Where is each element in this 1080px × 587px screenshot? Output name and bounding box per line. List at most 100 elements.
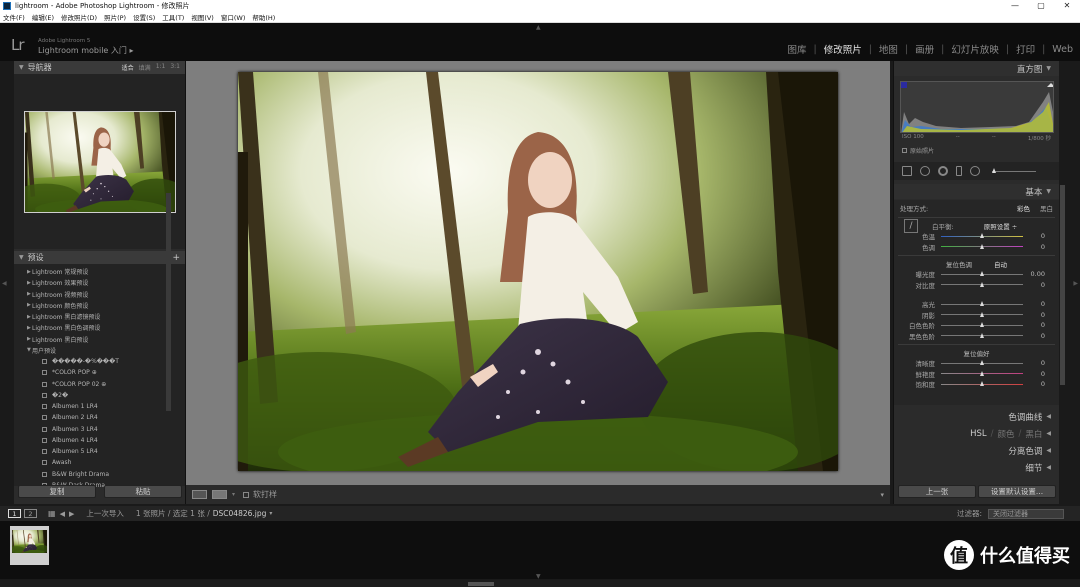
preset-item[interactable]: B&W Bright Drama (14, 469, 185, 480)
preset-item[interactable]: �2� (14, 390, 185, 401)
expanded-icon[interactable]: ▼ (27, 347, 31, 353)
preset-item[interactable]: �����-�%���T (14, 356, 185, 367)
preset-item[interactable]: Awash (14, 457, 185, 468)
menu-settings[interactable]: 设置(S) (133, 12, 155, 22)
slider-knob[interactable] (979, 301, 984, 307)
menu-help[interactable]: 帮助(H) (252, 12, 275, 22)
slider-knob[interactable] (979, 370, 984, 376)
collapsed-icon[interactable]: ▶ (27, 302, 31, 308)
preset-item[interactable]: *COLOR POP ⊕ (14, 367, 185, 378)
slider-knob[interactable] (979, 381, 984, 387)
menu-tools[interactable]: 工具(T) (162, 12, 184, 22)
navigator-thumbnail[interactable] (23, 110, 176, 213)
module-print[interactable]: 打印 (1015, 42, 1036, 56)
white-balance-dropdown[interactable]: 原照设置 ÷ (984, 221, 1018, 231)
reset-button[interactable]: 设置默认设置... (978, 485, 1056, 498)
navigator-header[interactable]: ▼ 导航器 适合 填满 1:1 3:1 (14, 61, 185, 74)
slider-value[interactable]: 0 (1023, 243, 1045, 251)
right-panel-toggle-icon[interactable]: ▶ (1073, 280, 1078, 287)
menu-window[interactable]: 窗口(W) (221, 12, 246, 22)
red-eye-icon[interactable] (938, 166, 948, 176)
color-tab[interactable]: 颜色 (997, 428, 1014, 440)
slider-value[interactable]: 0 (1023, 370, 1045, 378)
slider-value[interactable]: 0 (1023, 321, 1045, 329)
module-develop[interactable]: 修改照片 (823, 42, 863, 56)
basic-header[interactable]: 基本 ▼ (894, 184, 1059, 199)
split-toning-header[interactable]: 分离色调 ◀ (894, 443, 1059, 458)
module-web[interactable]: Web (1051, 44, 1074, 55)
filmstrip-thumbnail[interactable] (8, 526, 50, 565)
slider-value[interactable]: 0.00 (1023, 270, 1045, 278)
toolbar-menu-icon[interactable]: ▾ (880, 491, 884, 499)
bw-tab[interactable]: 黑白 (1025, 428, 1042, 440)
right-panel-scrollbar[interactable] (1060, 185, 1065, 385)
page-2-button[interactable]: 2 (24, 509, 37, 518)
hsl-tab[interactable]: HSL (970, 429, 987, 439)
filename-dropdown-icon[interactable]: ▾ (269, 510, 272, 517)
zoom-fill[interactable]: 填满 (139, 63, 151, 72)
preset-folder[interactable]: ▶ Lightroom 黑白滤镜预设 (14, 311, 185, 322)
slider-value[interactable]: 0 (1023, 300, 1045, 308)
brush-slider[interactable] (992, 168, 1036, 173)
adjust-slider[interactable] (941, 243, 1023, 249)
main-photo[interactable] (238, 72, 838, 471)
preset-item[interactable]: Albumen 5 LR4 (14, 446, 185, 457)
module-book[interactable]: 画册 (914, 42, 935, 56)
preset-item[interactable]: Albumen 3 LR4 (14, 424, 185, 435)
forward-arrow-icon[interactable]: ▶ (69, 510, 74, 518)
menu-edit[interactable]: 编辑(E) (32, 12, 54, 22)
collapsed-icon[interactable]: ▶ (27, 291, 31, 297)
graduated-filter-icon[interactable] (956, 166, 962, 176)
collapsed-icon[interactable]: ▶ (27, 325, 31, 331)
adjust-slider[interactable] (941, 322, 1023, 328)
radial-filter-icon[interactable] (970, 166, 980, 176)
adjust-slider[interactable] (941, 332, 1023, 338)
menu-photo[interactable]: 照片(P) (104, 12, 126, 22)
presets-header[interactable]: ▼ 预设 + (14, 251, 185, 264)
slider-value[interactable]: 0 (1023, 311, 1045, 319)
filename-label[interactable]: DSC04826.jpg (213, 509, 267, 518)
spot-removal-icon[interactable] (920, 166, 930, 176)
menu-file[interactable]: 文件(F) (3, 12, 25, 22)
zoom-fit[interactable]: 适合 (122, 63, 134, 72)
module-library[interactable]: 图库 (786, 42, 807, 56)
adjust-slider[interactable] (941, 370, 1023, 376)
preset-folder[interactable]: ▶ Lightroom 常规预设 (14, 266, 185, 277)
slider-knob[interactable] (979, 311, 984, 317)
identity-plate[interactable]: Lightroom mobile 入门 ▸ (38, 45, 133, 56)
page-1-button[interactable]: 1 (8, 509, 21, 518)
maximize-button[interactable]: ▢ (1028, 0, 1054, 12)
tone-curve-header[interactable]: 色调曲线 ◀ (894, 409, 1059, 424)
add-preset-icon[interactable]: + (172, 253, 180, 263)
collapsed-icon[interactable]: ▶ (27, 314, 31, 320)
preset-scrollbar[interactable] (166, 193, 171, 411)
adjust-slider[interactable] (941, 281, 1023, 287)
close-button[interactable]: ✕ (1054, 0, 1080, 12)
preset-folder[interactable]: ▶ Lightroom 效果预设 (14, 277, 185, 288)
slider-knob[interactable] (979, 322, 984, 328)
bottom-panel-toggle-icon[interactable]: ▼ (536, 573, 541, 580)
slider-value[interactable]: 0 (1023, 359, 1045, 367)
detail-header[interactable]: 细节 ◀ (894, 460, 1059, 475)
view-dropdown-icon[interactable]: ▾ (232, 491, 235, 498)
menu-develop[interactable]: 修改照片(D) (61, 12, 97, 22)
filter-dropdown[interactable]: 关闭过滤器 (988, 508, 1064, 519)
loupe-view-icon[interactable] (192, 490, 207, 499)
adjust-slider[interactable] (941, 311, 1023, 317)
preset-item[interactable]: Albumen 2 LR4 (14, 412, 185, 423)
module-slideshow[interactable]: 幻灯片放映 (950, 42, 1000, 56)
preset-item[interactable]: Albumen 4 LR4 (14, 435, 185, 446)
preset-folder[interactable]: ▶ Lightroom 视频预设 (14, 289, 185, 300)
slider-knob[interactable] (979, 332, 984, 338)
preset-folder[interactable]: ▶ Lightroom 颜色预设 (14, 300, 185, 311)
adjust-slider[interactable] (941, 360, 1023, 366)
grid-icon[interactable]: ▦ (48, 509, 56, 518)
adjust-slider[interactable] (941, 233, 1023, 239)
treatment-color-option[interactable]: 彩色 (1017, 203, 1030, 213)
slider-value[interactable]: 0 (1023, 232, 1045, 240)
slider-knob[interactable] (979, 233, 984, 239)
left-panel-toggle-icon[interactable]: ◀ (2, 280, 7, 287)
preset-folder[interactable]: ▶ Lightroom 黑白预设 (14, 334, 185, 345)
filmstrip-scrollbar[interactable] (0, 580, 1080, 587)
top-panel-toggle-icon[interactable]: ▲ (536, 24, 541, 31)
